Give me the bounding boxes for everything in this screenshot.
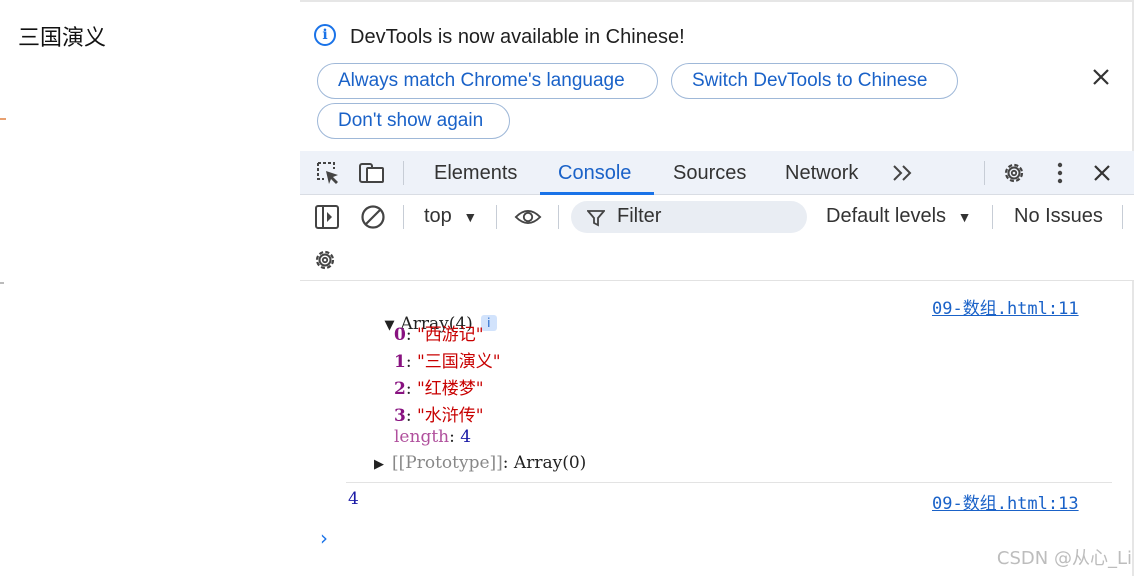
- language-infobar: i DevTools is now available in Chinese! …: [300, 0, 1134, 150]
- device-toolbar-icon[interactable]: [358, 159, 386, 187]
- match-language-button[interactable]: Always match Chrome's language: [317, 63, 658, 99]
- context-label: top: [424, 205, 452, 227]
- settings-gear-icon[interactable]: [1000, 159, 1028, 187]
- prototype-row[interactable]: ▶ [[Prototype]]: Array(0): [374, 453, 586, 473]
- item-value: "红楼梦": [416, 379, 484, 399]
- length-value: 4: [460, 427, 472, 447]
- console-settings-gear-icon[interactable]: [311, 246, 339, 274]
- toolbar-separator: [403, 205, 404, 229]
- item-value: "三国演义": [416, 352, 501, 372]
- dont-show-again-button[interactable]: Don't show again: [317, 103, 510, 139]
- console-toolbar: top ▼ Filter Default levels ▼ No Issues: [300, 195, 1134, 281]
- log-separator: [346, 482, 1112, 483]
- page-heading: 三国演义: [18, 26, 107, 51]
- log-levels-dropdown[interactable]: Default levels ▼: [826, 205, 971, 228]
- console-filter-input[interactable]: Filter: [571, 201, 807, 233]
- infobar-close-icon[interactable]: [1088, 64, 1114, 90]
- live-expression-eye-icon[interactable]: [514, 203, 542, 231]
- infobar-message: DevTools is now available in Chinese!: [350, 26, 685, 48]
- devtools-main-toolbar: Elements Console Sources Network: [300, 151, 1134, 195]
- toolbar-separator: [558, 205, 559, 229]
- toolbar-separator: [403, 161, 404, 185]
- inspect-element-icon[interactable]: [314, 159, 342, 187]
- toolbar-separator: [496, 205, 497, 229]
- more-options-icon[interactable]: [1046, 159, 1074, 187]
- dropdown-arrow-icon: ▼: [463, 209, 478, 225]
- sidebar-toggle-icon[interactable]: [313, 203, 341, 231]
- filter-placeholder: Filter: [617, 205, 662, 227]
- context-selector[interactable]: top ▼: [424, 205, 477, 228]
- tab-console[interactable]: Console: [558, 151, 631, 195]
- more-tabs-icon[interactable]: [889, 159, 917, 187]
- collapse-triangle-icon[interactable]: ▶: [374, 457, 384, 472]
- array-item-row: 1: "三国演义": [394, 352, 501, 372]
- number-log-entry: 4: [348, 489, 359, 509]
- tab-sources[interactable]: Sources: [673, 151, 746, 195]
- item-index: 3: [394, 406, 406, 426]
- length-key: length: [394, 427, 450, 447]
- array-item-row: 0: "西游记": [394, 325, 484, 345]
- length-row: length: 4: [394, 427, 472, 447]
- item-value: "西游记": [416, 325, 484, 345]
- item-index: 2: [394, 379, 406, 399]
- issues-counter[interactable]: No Issues: [1014, 205, 1103, 228]
- tab-network[interactable]: Network: [785, 151, 858, 195]
- page-edge-marker: [0, 118, 6, 120]
- page-edge-marker-2: [0, 282, 4, 284]
- source-link-line-11[interactable]: 09-数组.html:11: [932, 294, 1079, 319]
- item-index: 0: [394, 325, 406, 345]
- close-devtools-icon[interactable]: [1088, 159, 1116, 187]
- console-output: ▼ Array(4) i 09-数组.html:11 0: "西游记" 1: "三国…: [300, 282, 1134, 576]
- item-value: "水浒传": [416, 406, 484, 426]
- watermark: CSDN @从心_Li: [996, 548, 1132, 569]
- toolbar-separator: [984, 161, 985, 185]
- toolbar-separator: [992, 205, 993, 229]
- array-item-row: 2: "红楼梦": [394, 379, 484, 399]
- array-item-row: 3: "水浒传": [394, 406, 484, 426]
- page-viewport: 三国演义: [0, 0, 300, 576]
- prototype-key: [[Prototype]]: [392, 453, 503, 473]
- switch-chinese-button[interactable]: Switch DevTools to Chinese: [671, 63, 958, 99]
- prototype-value: Array(0): [513, 453, 587, 473]
- dropdown-arrow-icon: ▼: [957, 209, 972, 225]
- devtools-panel: i DevTools is now available in Chinese! …: [300, 0, 1134, 576]
- log-levels-label: Default levels: [826, 205, 947, 227]
- source-link-line-13[interactable]: 09-数组.html:13: [932, 489, 1079, 514]
- tab-elements[interactable]: Elements: [434, 151, 517, 195]
- toolbar-separator: [1122, 205, 1123, 229]
- clear-console-icon[interactable]: [359, 203, 387, 231]
- expand-triangle-icon[interactable]: ▼: [384, 318, 394, 333]
- console-prompt-chevron-icon[interactable]: ›: [320, 526, 328, 550]
- info-icon: i: [314, 24, 336, 46]
- filter-funnel-icon: [587, 210, 605, 227]
- item-index: 1: [394, 352, 406, 372]
